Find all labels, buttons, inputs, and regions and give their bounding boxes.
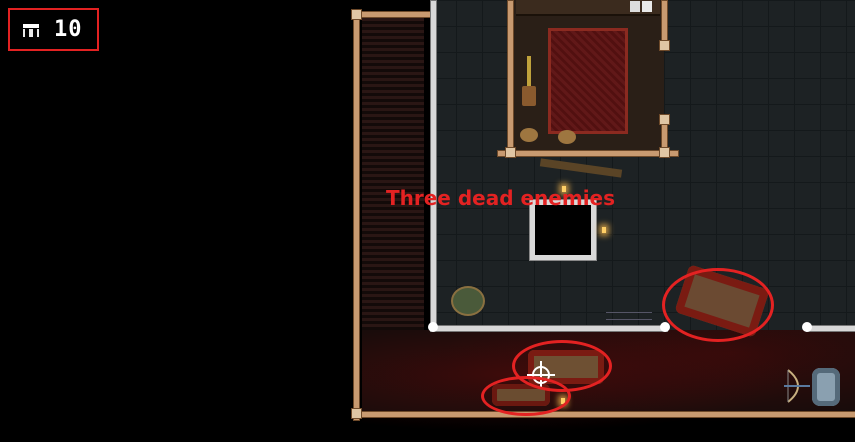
inner-wall-horizontal (430, 325, 668, 332)
floor-grate (606, 312, 652, 320)
room-wall-bottom (497, 150, 679, 157)
plant-pot (522, 86, 536, 106)
wall-post (351, 408, 362, 419)
room-wall-right (661, 0, 668, 44)
outer-wall-left (353, 11, 360, 421)
annotation-label: Three dead enemies (386, 186, 616, 210)
basket (520, 128, 538, 142)
highlight-circle (481, 376, 571, 416)
player-character (812, 368, 840, 406)
wall-post (660, 322, 670, 332)
wall-post (505, 147, 516, 158)
round-shield-icon (451, 286, 485, 316)
book-icon (642, 1, 652, 12)
outer-wall-bottom (353, 411, 855, 418)
game-viewport[interactable]: 10 Three dead enemies (0, 0, 855, 442)
red-rug (548, 28, 628, 134)
plant-stem (527, 56, 531, 86)
wall-post (351, 9, 362, 20)
candle-icon (602, 227, 606, 233)
bow-icon (784, 369, 810, 403)
chest-icon (23, 23, 39, 37)
hud-counter: 10 (8, 8, 99, 51)
wall-post (659, 147, 670, 158)
basket (558, 130, 576, 144)
wall-post (428, 322, 438, 332)
wall-post (802, 322, 812, 332)
wall-post (659, 40, 670, 51)
wall-post (659, 114, 670, 125)
outer-wall-top (353, 11, 431, 18)
inner-wall-vertical (430, 0, 437, 332)
book-icon (630, 1, 640, 12)
inner-wall-horizontal-right (806, 325, 855, 332)
room-wall-left (507, 0, 514, 152)
stairway (362, 18, 424, 338)
highlight-circle (662, 268, 774, 342)
counter-value: 10 (54, 17, 83, 42)
